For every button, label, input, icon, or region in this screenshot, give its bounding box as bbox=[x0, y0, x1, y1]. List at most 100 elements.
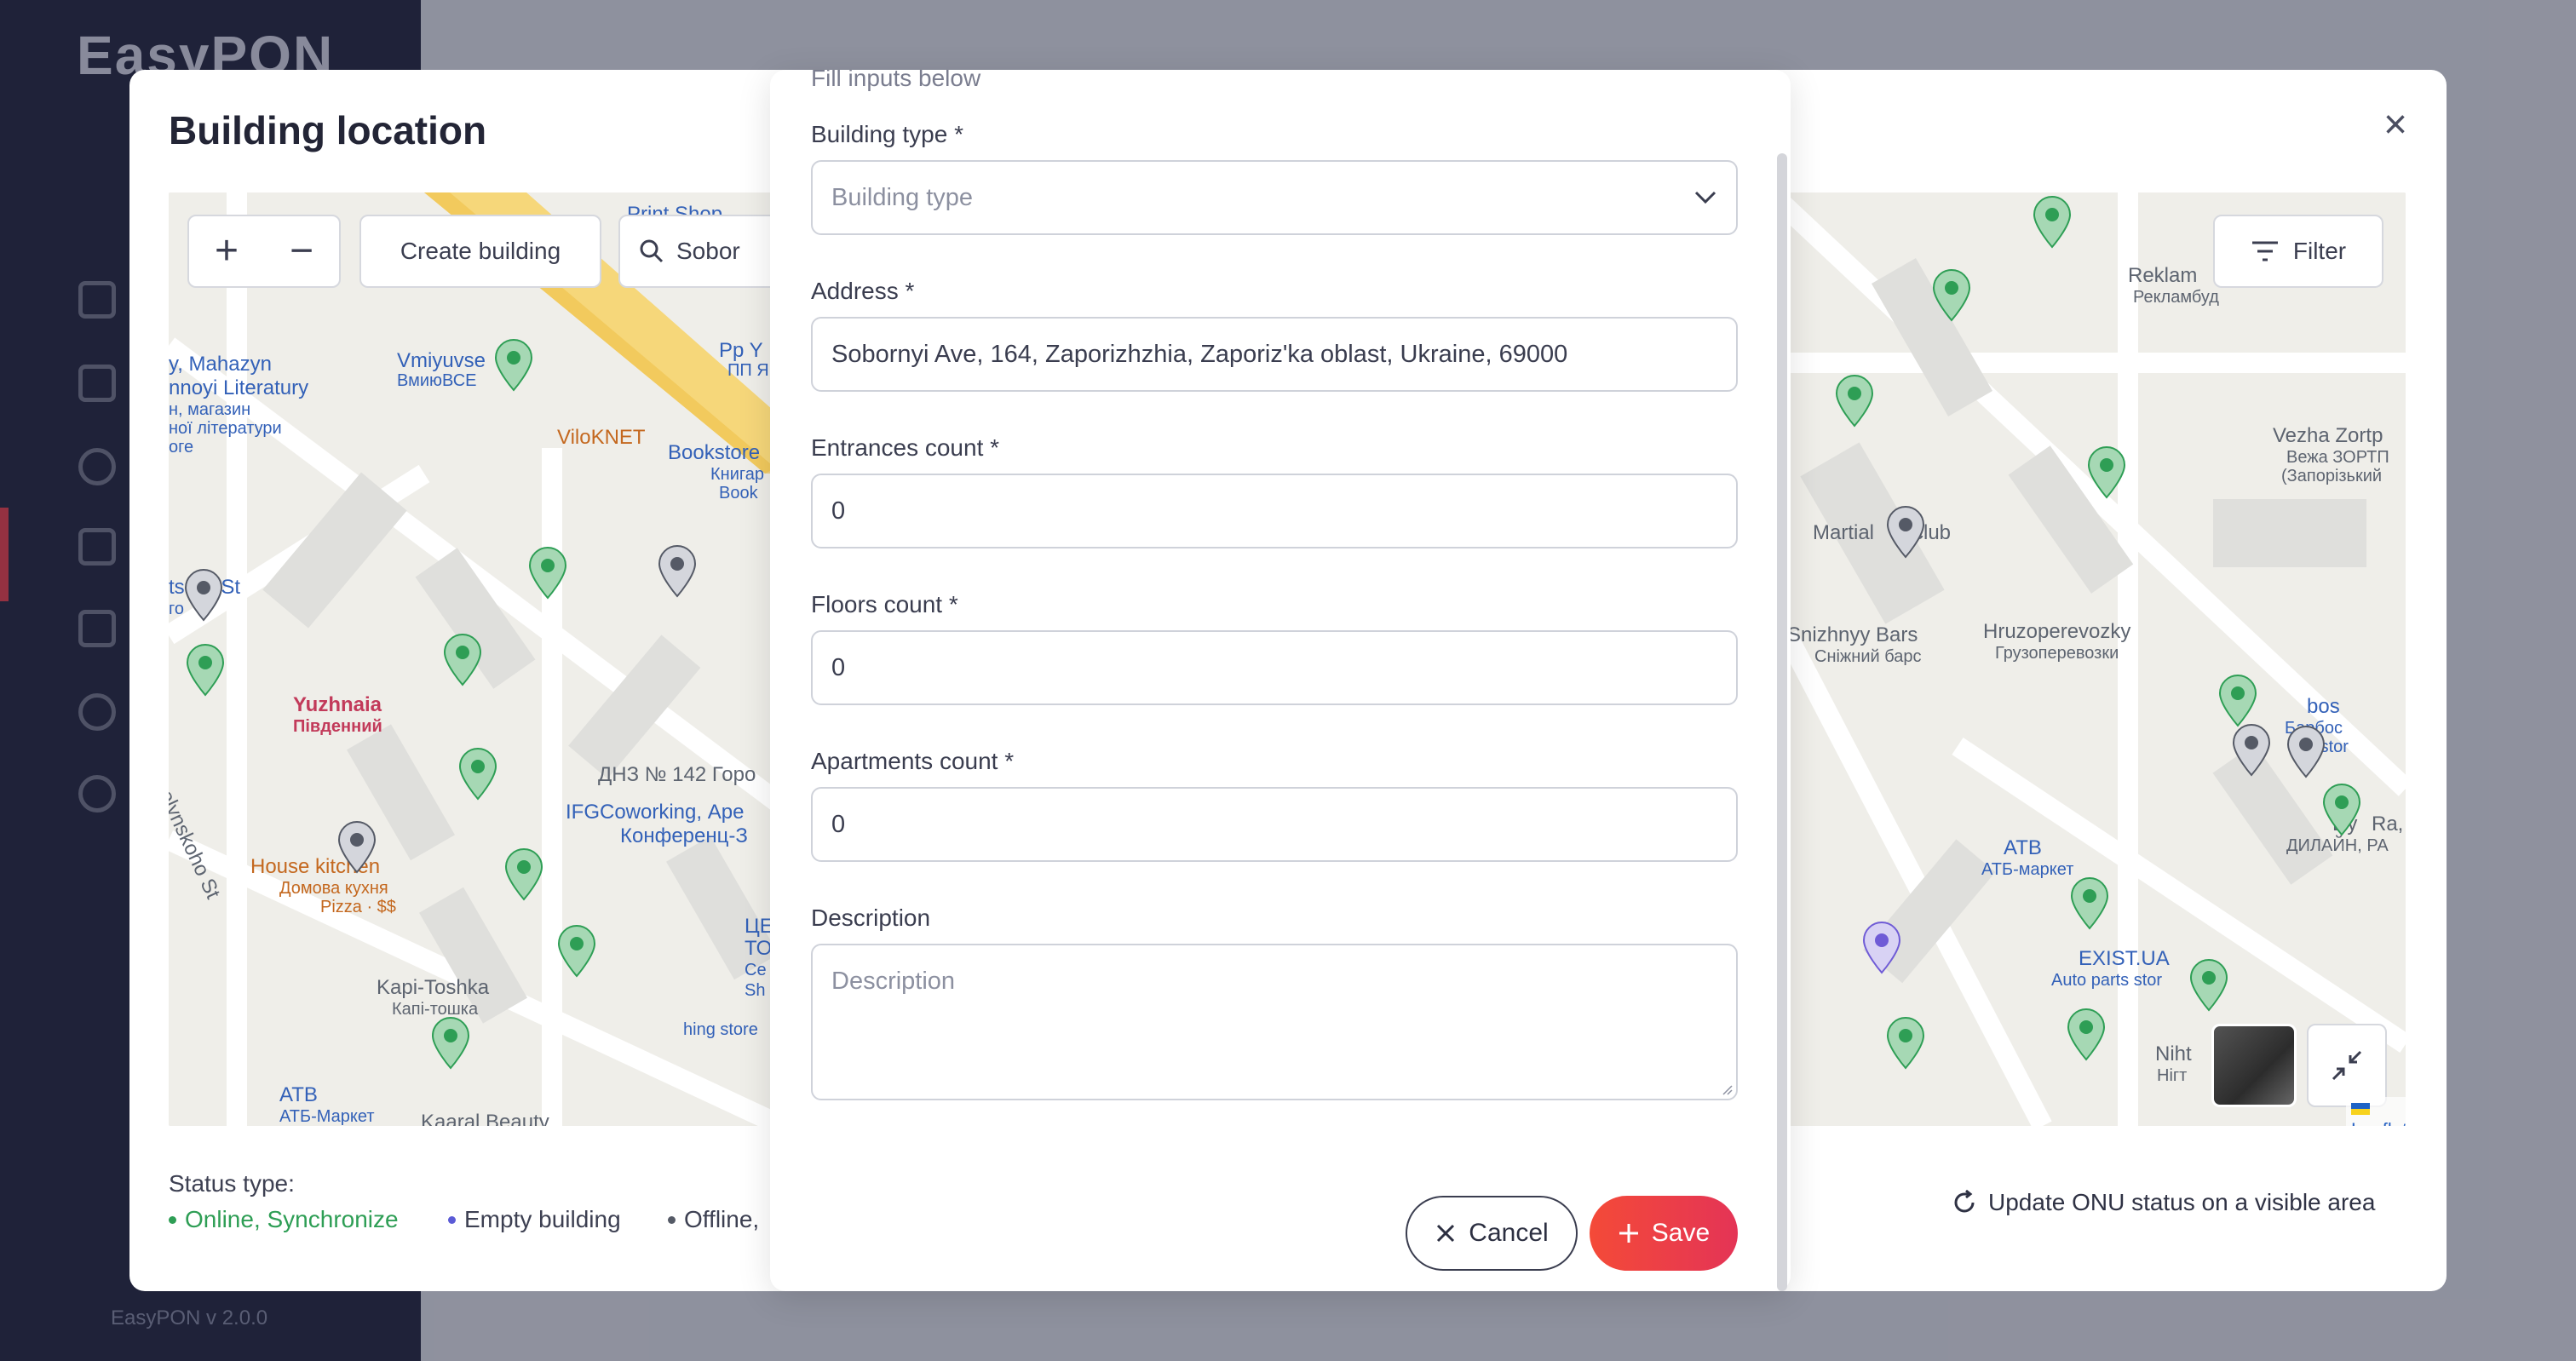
map-label: Вежа ЗОРТП bbox=[2286, 448, 2389, 467]
pin-online-icon[interactable] bbox=[2217, 675, 2259, 727]
map-label: ТО bbox=[745, 937, 773, 960]
pin-online-icon[interactable] bbox=[2068, 877, 2111, 930]
map-label: н, магазин bbox=[169, 400, 251, 419]
map-label: ДНЗ № 142 Горо bbox=[598, 763, 756, 786]
entrances-count-field[interactable]: 0 bbox=[811, 474, 1738, 548]
status-type-label: Status type: bbox=[169, 1170, 295, 1197]
map-label: Домова кухня bbox=[279, 879, 388, 898]
address-field[interactable]: Sobornyi Ave, 164, Zaporizhzhia, Zaporiz… bbox=[811, 317, 1738, 392]
map-label: y, Mahazyn bbox=[169, 353, 272, 376]
map-label: Martial bbox=[1813, 521, 1875, 544]
map-label: (Запорізький bbox=[2281, 467, 2383, 485]
map-label: Snizhnyy Bars bbox=[1787, 623, 1918, 646]
map-label: Рекламбуд bbox=[2133, 288, 2219, 307]
map-label: Сніжний барс bbox=[1814, 647, 1922, 666]
pin-online-icon[interactable] bbox=[555, 925, 598, 978]
map-label: ATB bbox=[2004, 836, 2042, 859]
pin-online-icon[interactable] bbox=[1884, 1017, 1927, 1070]
map-label: Book bbox=[719, 484, 758, 502]
pin-online-icon[interactable] bbox=[492, 339, 535, 392]
map-label: IFGCoworking, Аре bbox=[566, 801, 745, 824]
map-label: Vmiyuvse bbox=[397, 349, 486, 372]
create-building-button[interactable]: Create building bbox=[359, 215, 601, 288]
legend-dot-icon bbox=[169, 1215, 176, 1224]
map-label: Pp Y bbox=[719, 339, 763, 362]
map-label: ДИЛАЙН, РА bbox=[2286, 836, 2389, 855]
apartments-count-label: Apartments count * bbox=[811, 748, 1015, 774]
pin-empty-building-icon[interactable] bbox=[1860, 922, 1903, 974]
save-button[interactable]: Save bbox=[1590, 1196, 1738, 1271]
pin-offline-icon[interactable] bbox=[656, 545, 699, 598]
legend-offline: Offline, bbox=[668, 1206, 759, 1233]
map-label: bos bbox=[2307, 695, 2340, 718]
cancel-button[interactable]: Cancel bbox=[1406, 1196, 1578, 1271]
pin-online-icon[interactable] bbox=[429, 1017, 472, 1070]
apartments-count-field[interactable]: 0 bbox=[811, 787, 1738, 862]
pin-online-icon[interactable] bbox=[2065, 1008, 2107, 1061]
pin-online-icon[interactable] bbox=[503, 848, 545, 901]
map-label: Sh bbox=[745, 981, 766, 1000]
pin-online-icon[interactable] bbox=[441, 634, 484, 686]
map-label: Ce bbox=[745, 961, 767, 979]
map-layers-button[interactable] bbox=[2211, 1024, 2297, 1107]
pin-online-icon[interactable] bbox=[1833, 375, 1876, 428]
filter-icon bbox=[2251, 241, 2278, 261]
address-label: Address * bbox=[811, 278, 915, 304]
map-label: АТБ-Маркет bbox=[279, 1107, 375, 1126]
map-label: Ra, bbox=[2372, 813, 2404, 836]
pin-offline-icon[interactable] bbox=[2285, 726, 2327, 778]
filter-button[interactable]: Filter bbox=[2213, 215, 2383, 288]
resize-grip-icon[interactable] bbox=[1719, 1082, 1733, 1095]
building-type-label: Building type * bbox=[811, 121, 964, 147]
map-label: hing store bbox=[683, 1020, 758, 1039]
floors-count-field[interactable]: 0 bbox=[811, 630, 1738, 705]
close-icon[interactable]: × bbox=[2373, 104, 2418, 148]
zoom-in-button[interactable]: + bbox=[189, 217, 264, 285]
pin-online-icon[interactable] bbox=[526, 547, 569, 600]
close-icon bbox=[1437, 1224, 1455, 1243]
description-textarea[interactable]: Description bbox=[811, 944, 1738, 1100]
pin-offline-icon[interactable] bbox=[336, 821, 378, 874]
map-label: Конференц-З bbox=[620, 824, 748, 847]
pin-online-icon[interactable] bbox=[2188, 959, 2230, 1012]
form-scrollbar[interactable] bbox=[1777, 153, 1787, 1291]
building-type-select[interactable]: Building type bbox=[811, 160, 1738, 235]
collapse-icon bbox=[2332, 1050, 2362, 1081]
plus-icon bbox=[1619, 1224, 1638, 1243]
map-search-field[interactable]: Sobor bbox=[618, 215, 789, 288]
zoom-controls: + − bbox=[187, 215, 341, 288]
pin-online-icon[interactable] bbox=[2085, 446, 2128, 499]
pin-online-icon[interactable] bbox=[457, 748, 499, 801]
map-label: ATB bbox=[279, 1083, 318, 1106]
pin-online-icon[interactable] bbox=[2320, 784, 2363, 836]
pin-online-icon[interactable] bbox=[1930, 269, 1973, 322]
pin-offline-icon[interactable] bbox=[1884, 506, 1927, 559]
map-label: ViloKNET bbox=[557, 426, 646, 449]
map-label: Niht bbox=[2155, 1042, 2192, 1065]
pin-online-icon[interactable] bbox=[2031, 196, 2073, 249]
legend-empty: Empty building bbox=[448, 1206, 621, 1233]
map-label: Pizza · $$ bbox=[320, 898, 396, 916]
map-label: ПП Я bbox=[727, 361, 769, 380]
legend-dot-icon bbox=[448, 1215, 456, 1224]
pin-online-icon[interactable] bbox=[184, 644, 227, 697]
map-label: Книгар bbox=[710, 465, 764, 484]
map-label: Vezha Zortp bbox=[2273, 424, 2383, 447]
map-label: оге bbox=[169, 438, 194, 457]
description-label: Description bbox=[811, 904, 931, 931]
map-label: ВмиюВСЕ bbox=[397, 371, 477, 390]
ukraine-flag-icon bbox=[2351, 1103, 2370, 1116]
legend-online: Online, Synchronize bbox=[169, 1206, 399, 1233]
map-label: Нігт bbox=[2157, 1066, 2188, 1085]
update-onu-status-button[interactable]: Update ONU status on a visible area bbox=[1951, 1189, 2375, 1216]
map-label: Reklam bbox=[2128, 264, 2198, 287]
pin-offline-icon[interactable] bbox=[182, 569, 225, 622]
map-label: Hruzoperevozky bbox=[1983, 620, 2131, 643]
chevron-down-icon bbox=[1694, 191, 1716, 204]
map-label: АТБ-маркет bbox=[1981, 860, 2074, 879]
pin-offline-icon[interactable] bbox=[2230, 724, 2273, 777]
map-label: EXIST.UA bbox=[2079, 947, 2170, 970]
zoom-out-button[interactable]: − bbox=[264, 217, 339, 285]
map-attribution[interactable]: Leaflet bbox=[2346, 1097, 2406, 1126]
exit-fullscreen-button[interactable] bbox=[2307, 1024, 2387, 1107]
